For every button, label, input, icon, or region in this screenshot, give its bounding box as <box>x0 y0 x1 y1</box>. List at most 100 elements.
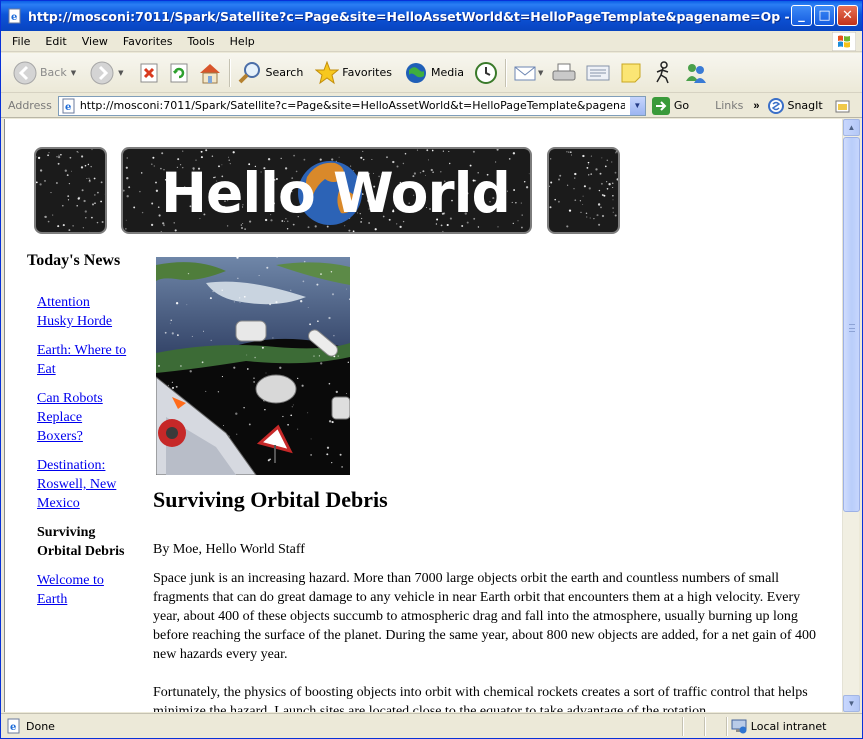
star <box>169 322 171 324</box>
star <box>601 214 605 218</box>
star <box>58 154 60 156</box>
star <box>531 209 532 210</box>
star <box>608 183 611 186</box>
star <box>125 228 127 230</box>
star <box>157 206 160 209</box>
news-link-where-to-eat[interactable]: Earth: Where to Eat <box>37 343 126 377</box>
banner-right-tile <box>547 147 620 234</box>
star <box>39 183 42 186</box>
vertical-scrollbar[interactable]: ▲ ▼ <box>842 119 860 712</box>
links-label[interactable]: Links <box>715 99 743 112</box>
search-button[interactable]: Search <box>233 56 308 90</box>
star <box>615 152 617 154</box>
forward-dropdown-icon[interactable]: ▼ <box>118 69 123 77</box>
star <box>62 224 65 227</box>
star <box>91 216 93 219</box>
running-man-icon <box>656 60 670 83</box>
back-dropdown-icon[interactable]: ▼ <box>71 69 76 77</box>
stop-button[interactable] <box>134 56 164 90</box>
menu-view[interactable]: View <box>75 35 116 48</box>
discuss-button[interactable] <box>615 56 647 90</box>
back-button[interactable]: Back ▼ <box>9 56 80 90</box>
star <box>604 165 607 168</box>
refresh-button[interactable] <box>164 56 194 90</box>
star <box>175 385 178 388</box>
close-button[interactable]: ✕ <box>837 5 858 26</box>
star <box>171 386 175 389</box>
home-button[interactable] <box>194 56 226 90</box>
news-link-husky-horde[interactable]: Attention Husky Horde <box>37 295 112 329</box>
star <box>616 178 618 181</box>
scroll-up-arrow-icon[interactable]: ▲ <box>843 119 860 136</box>
star <box>307 307 309 308</box>
star <box>341 466 343 468</box>
address-url[interactable]: http://mosconi:7011/Spark/Satellite?c=Pa… <box>80 99 625 112</box>
minimize-button[interactable]: _ <box>791 5 812 26</box>
print-button[interactable] <box>547 56 581 90</box>
star <box>347 361 349 363</box>
star <box>612 211 614 213</box>
menu-tools[interactable]: Tools <box>181 35 223 48</box>
news-list: Attention Husky Horde Earth: Where to Ea… <box>27 293 127 609</box>
star <box>346 288 348 290</box>
star <box>517 220 519 222</box>
starfield-image <box>36 149 105 232</box>
news-link-robots-boxers[interactable]: Can Robots Replace Boxers? <box>37 391 103 444</box>
star <box>77 151 79 153</box>
history-button[interactable] <box>470 56 502 90</box>
sticky-note-icon <box>621 63 641 82</box>
research-button[interactable] <box>647 56 679 90</box>
star <box>310 454 312 456</box>
snagit-capture-icon[interactable] <box>835 98 851 114</box>
toolbar-separator <box>228 58 230 87</box>
news-link-roswell[interactable]: Destination: Roswell, New Mexico <box>37 458 116 511</box>
star <box>297 377 299 380</box>
edit-button[interactable] <box>581 56 615 90</box>
star <box>557 178 561 181</box>
scroll-down-arrow-icon[interactable]: ▼ <box>843 695 860 712</box>
status-zone-cell: Local intranet <box>725 716 862 736</box>
go-button[interactable]: Go <box>651 96 689 115</box>
star <box>152 156 155 159</box>
menu-help[interactable]: Help <box>223 35 263 48</box>
page-content: Hello World Today's News Attention Husky… <box>4 119 842 712</box>
star <box>48 152 50 154</box>
scroll-grip-icon <box>849 324 855 332</box>
title-bar[interactable]: e http://mosconi:7011/Spark/Satellite?c=… <box>1 1 862 31</box>
star <box>614 214 617 217</box>
star <box>243 406 245 409</box>
favorites-button[interactable]: Favorites <box>311 56 396 90</box>
news-link-welcome-earth[interactable]: Welcome to Earth <box>37 573 104 607</box>
star <box>139 190 141 193</box>
star <box>291 406 293 408</box>
forward-button[interactable]: ▼ <box>86 56 127 90</box>
star <box>87 163 90 166</box>
star <box>201 361 204 364</box>
star <box>171 332 174 335</box>
star <box>550 181 553 184</box>
snagit-button[interactable]: SnagIt <box>768 97 823 114</box>
star <box>312 233 313 234</box>
star <box>606 181 608 183</box>
mail-dropdown-icon[interactable]: ▼ <box>538 69 543 77</box>
window-title: http://mosconi:7011/Spark/Satellite?c=Pa… <box>28 8 798 24</box>
banner: Hello World <box>121 147 532 234</box>
scroll-thumb[interactable] <box>843 137 860 512</box>
messenger-button[interactable] <box>679 56 713 90</box>
mail-button[interactable]: ▼ <box>509 56 547 90</box>
menu-edit[interactable]: Edit <box>38 35 74 48</box>
star <box>164 331 167 334</box>
star <box>582 203 584 205</box>
star <box>600 206 602 209</box>
address-dropdown-icon[interactable]: ▼ <box>628 96 645 115</box>
menu-file[interactable]: File <box>1 35 38 48</box>
address-input[interactable]: e http://mosconi:7011/Spark/Satellite?c=… <box>57 95 646 116</box>
maximize-button[interactable]: □ <box>814 5 835 26</box>
links-chevron-icon[interactable]: » <box>753 100 759 112</box>
star <box>520 202 522 204</box>
star <box>566 151 568 153</box>
menu-favorites[interactable]: Favorites <box>116 35 181 48</box>
media-button[interactable]: Media <box>400 56 468 90</box>
svg-text:e: e <box>10 722 16 733</box>
address-label: Address <box>8 99 52 112</box>
